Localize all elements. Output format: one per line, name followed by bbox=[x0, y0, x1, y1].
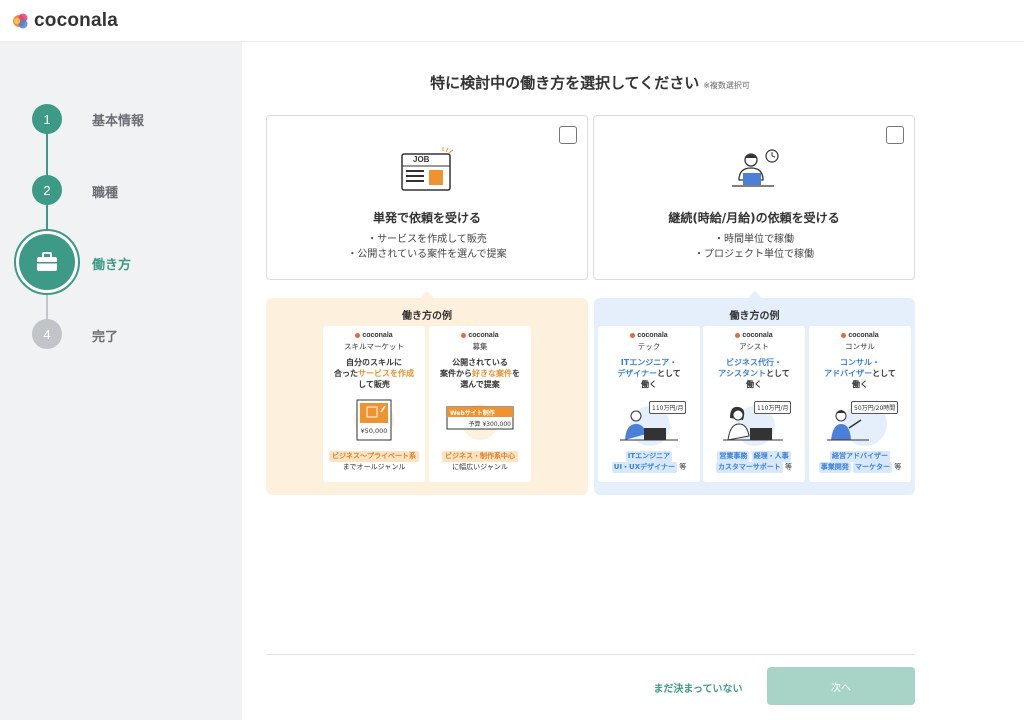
genre-tag: ビジネス〜プライベート系 bbox=[329, 451, 419, 462]
project-listing-illustration: Webサイト制作 予算 ¥300,000 bbox=[429, 398, 531, 448]
service-name: スキルマーケット bbox=[344, 342, 404, 351]
next-button[interactable]: 次へ bbox=[767, 667, 915, 705]
example-card-recruit: coconala 募集 公開されている 案件から好きな案件を 選んで提案 Web… bbox=[429, 326, 531, 482]
step-number: 4 bbox=[32, 319, 62, 349]
examples-title: 働き方の例 bbox=[402, 311, 452, 322]
example-headline: 公開されている 案件から好きな案件を 選んで提案 bbox=[440, 358, 520, 389]
examples-title: 働き方の例 bbox=[729, 311, 780, 322]
step-label: 職種 bbox=[92, 186, 119, 201]
footer-divider bbox=[266, 654, 915, 655]
page-title-text: 特に検討中の働き方を選択してください bbox=[430, 74, 700, 92]
brand-label: coconala bbox=[598, 332, 700, 339]
brand-label: coconala bbox=[429, 332, 531, 339]
remote-worker-illustration bbox=[724, 148, 784, 198]
service-listing-illustration: ¥50,000 bbox=[323, 398, 425, 448]
checkbox[interactable] bbox=[886, 126, 904, 144]
option-desc-item: ・サービスを作成して販売 bbox=[367, 234, 487, 245]
multi-select-note: ※複数選択可 bbox=[703, 81, 750, 90]
brand-label: coconala bbox=[323, 332, 425, 339]
example-footer: ビジネス・制作系中心 に幅広いジャンル bbox=[429, 451, 531, 473]
step-label: 完了 bbox=[92, 330, 119, 345]
option-desc-item: ・プロジェクト単位で稼働 bbox=[694, 249, 814, 260]
example-card-skill-market: coconala スキルマーケット 自分のスキルに 合ったサービスを作成 して販… bbox=[323, 326, 425, 482]
example-card-tech: coconala テック ITエンジニア・ デザイナーとして 働く 110万円/… bbox=[598, 326, 700, 482]
option-card-one-off[interactable]: JOB 単発で依頼を受ける ・サービスを作成して販売 ・公開されている案件を選ん… bbox=[266, 115, 588, 280]
option-description: ・時間単位で稼働 ・プロジェクト単位で稼働 bbox=[594, 232, 914, 262]
engineer-illustration: 110万円/月 bbox=[598, 398, 700, 448]
example-headline: ITエンジニア・ デザイナーとして 働く bbox=[617, 358, 681, 389]
page-title: 特に検討中の働き方を選択してください ※複数選択可 bbox=[266, 72, 914, 93]
example-headline: コンサル・ アドバイザーとして 働く bbox=[824, 358, 896, 389]
option-card-continuous[interactable]: 継続(時給/月給)の依頼を受ける ・時間単位で稼働 ・プロジェクト単位で稼働 bbox=[593, 115, 915, 280]
price-label: ¥50,000 bbox=[360, 427, 388, 435]
example-footer: 経営アドバイザー 事業開発 マーケター 等 bbox=[818, 451, 902, 473]
step-label: 基本情報 bbox=[92, 114, 145, 129]
coconala-logo[interactable]: coconala bbox=[12, 10, 118, 32]
job-listing-illustration: JOB bbox=[397, 146, 457, 196]
option-desc-item: ・時間単位で稼働 bbox=[714, 234, 794, 245]
not-decided-link[interactable]: まだ決まっていない bbox=[640, 680, 756, 695]
logo-mark-icon bbox=[13, 13, 28, 28]
briefcase-icon bbox=[37, 252, 57, 271]
example-card-consult: coconala コンサル コンサル・ アドバイザーとして 働く 50万円/20… bbox=[809, 326, 911, 482]
example-headline: 自分のスキルに 合ったサービスを作成 して販売 bbox=[334, 358, 414, 389]
checkbox[interactable] bbox=[559, 126, 577, 144]
option-title: 継続(時給/月給)の依頼を受ける bbox=[668, 211, 840, 225]
price-bubble: 110万円/月 bbox=[754, 401, 792, 414]
step-label: 働き方 bbox=[92, 258, 132, 273]
option-description: ・サービスを作成して販売 ・公開されている案件を選んで提案 bbox=[267, 232, 587, 262]
example-footer: ITエンジニア UI・UXデザイナー 等 bbox=[611, 451, 687, 473]
examples-panel-continuous: 働き方の例 coconala テック ITエンジニア・ デザイナーとして 働く … bbox=[594, 291, 915, 495]
option-title: 単発で依頼を受ける bbox=[372, 211, 481, 225]
consultant-illustration: 50万円/20時間 bbox=[809, 398, 911, 448]
brand-label: coconala bbox=[809, 332, 911, 339]
examples-panel-one-off: 働き方の例 coconala スキルマーケット 自分のスキルに 合ったサービスを… bbox=[266, 291, 588, 495]
price-bubble: 50万円/20時間 bbox=[851, 401, 899, 414]
step-sidebar: 1 基本情報 2 職種 働き方 4 完了 bbox=[0, 42, 242, 720]
option-desc-item: ・公開されている案件を選んで提案 bbox=[347, 249, 507, 260]
brand-label: coconala bbox=[703, 332, 805, 339]
example-headline: ビジネス代行・ アシスタントとして 働く bbox=[718, 358, 790, 389]
header: coconala bbox=[0, 0, 1024, 42]
service-name: アシスト bbox=[739, 342, 769, 351]
step-active-indicator bbox=[14, 229, 80, 295]
price-bubble: 110万円/月 bbox=[649, 401, 687, 414]
service-name: テック bbox=[637, 342, 661, 351]
example-footer: 営業事務 経理・人事 カスタマーサポート 等 bbox=[715, 451, 793, 473]
job-label: JOB bbox=[413, 155, 430, 164]
service-name: 募集 bbox=[472, 342, 488, 351]
genre-tag: ビジネス・制作系中心 bbox=[442, 451, 518, 462]
budget-label: 予算 ¥300,000 bbox=[468, 421, 511, 428]
project-badge: Webサイト制作 bbox=[450, 410, 495, 417]
step-number: 2 bbox=[32, 175, 62, 205]
logo-text: coconala bbox=[34, 9, 118, 31]
service-name: コンサル bbox=[845, 342, 875, 351]
assistant-illustration: 110万円/月 bbox=[703, 398, 805, 448]
example-card-assist: coconala アシスト ビジネス代行・ アシスタントとして 働く 110万円… bbox=[703, 326, 805, 482]
step-number: 1 bbox=[32, 104, 62, 134]
example-footer: ビジネス〜プライベート系 までオールジャンル bbox=[323, 451, 425, 473]
